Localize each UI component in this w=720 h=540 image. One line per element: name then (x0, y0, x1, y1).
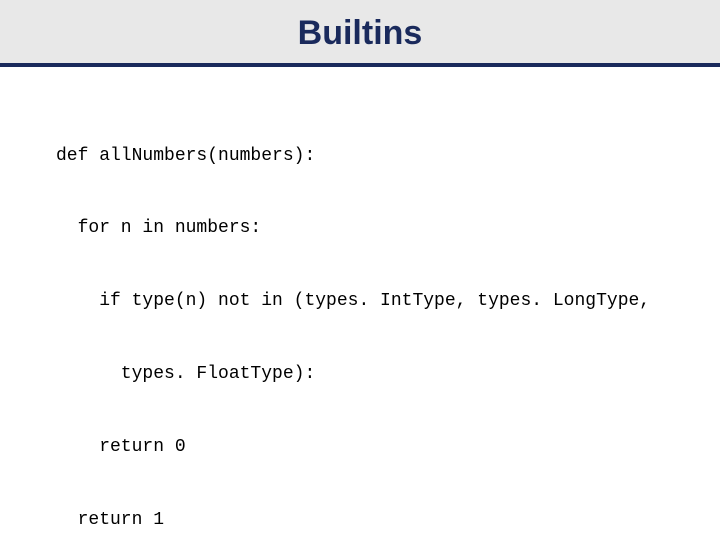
code1-line3: if type(n) not in (types. IntType, types… (56, 289, 720, 313)
title-bar: Builtins (0, 0, 720, 67)
code1-line1: def allNumbers(numbers): (56, 144, 720, 168)
slide-title: Builtins (0, 14, 720, 53)
code1-line6: return 1 (56, 508, 720, 532)
code1-line4: types. FloatType): (56, 362, 720, 386)
slide: Builtins def allNumbers(numbers): for n … (0, 0, 720, 540)
code-area: def allNumbers(numbers): for n in number… (0, 67, 720, 540)
code1-line5: return 0 (56, 435, 720, 459)
code1-line2: for n in numbers: (56, 216, 720, 240)
